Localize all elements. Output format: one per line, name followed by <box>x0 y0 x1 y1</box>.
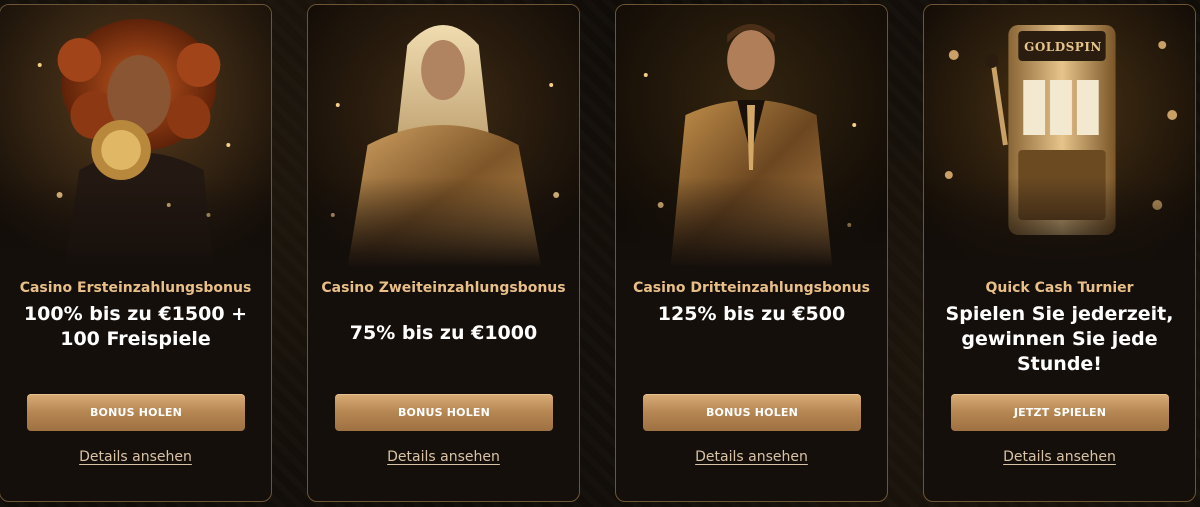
goldspin-logo: GOLDSPIN <box>1024 40 1102 54</box>
card-subtitle: Casino Ersteinzahlungsbonus <box>19 280 252 296</box>
card-headline: 100% bis zu €1500 + 100 Freispiele <box>23 303 248 350</box>
promo-image-man-gold-suit <box>616 5 887 267</box>
promo-card-quick-cash: GOLDSPIN Quick Cash Turnier Spielen Sie … <box>923 4 1196 502</box>
card-headline: Spielen Sie jederzeit, gewinnen Sie jede… <box>945 303 1174 375</box>
card-subtitle: Casino Zweiteinzahlungsbonus <box>321 280 566 296</box>
promo-cards-row: Casino Ersteinzahlungsbonus 100% bis zu … <box>0 4 1200 502</box>
promo-card-second-deposit: Casino Zweiteinzahlungsbonus 75% bis zu … <box>307 4 580 502</box>
details-link[interactable]: Details ansehen <box>308 449 579 465</box>
promo-card-third-deposit: Casino Dritteinzahlungsbonus 125% bis zu… <box>615 4 888 502</box>
card-subtitle: Quick Cash Turnier <box>985 280 1134 296</box>
bonus-holen-button[interactable]: BONUS HOLEN <box>643 394 861 431</box>
card-headline: 75% bis zu €1000 <box>349 322 538 344</box>
bonus-holen-button[interactable]: BONUS HOLEN <box>335 394 553 431</box>
details-link[interactable]: Details ansehen <box>924 449 1195 465</box>
promo-image-woman-red-hair <box>0 5 271 267</box>
promo-image-slot-machine: GOLDSPIN <box>924 5 1195 267</box>
promo-card-first-deposit: Casino Ersteinzahlungsbonus 100% bis zu … <box>0 4 272 502</box>
jetzt-spielen-button[interactable]: JETZT SPIELEN <box>951 394 1169 431</box>
details-link[interactable]: Details ansehen <box>616 449 887 465</box>
promo-image-woman-blonde <box>308 5 579 267</box>
bonus-holen-button[interactable]: BONUS HOLEN <box>27 394 245 431</box>
card-headline: 125% bis zu €500 <box>657 303 846 325</box>
card-subtitle: Casino Dritteinzahlungsbonus <box>633 280 870 296</box>
details-link[interactable]: Details ansehen <box>0 449 271 465</box>
